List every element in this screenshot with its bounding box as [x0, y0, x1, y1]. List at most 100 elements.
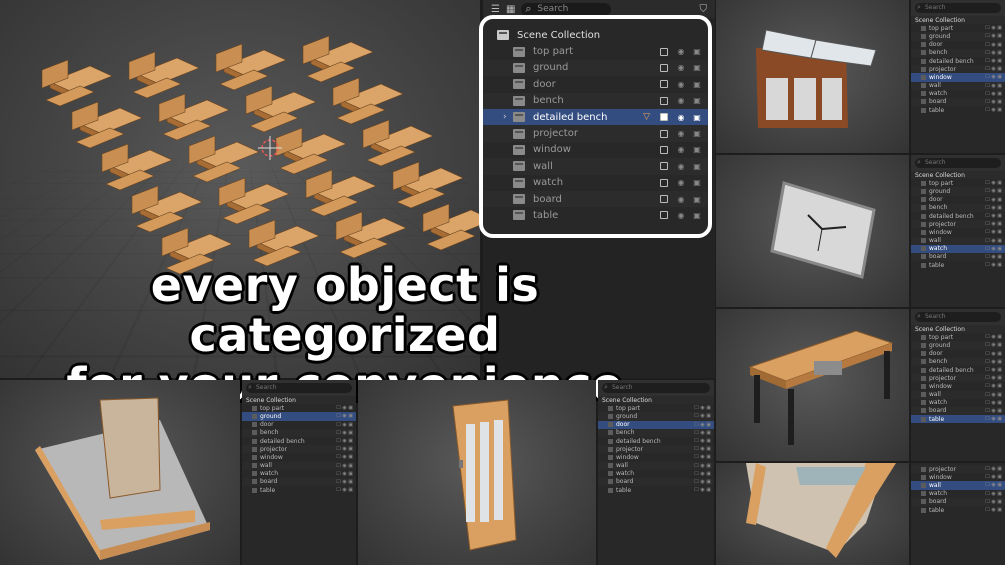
- outliner-item[interactable]: ground ☐ ◉ ▣: [911, 187, 1005, 196]
- outliner-item[interactable]: window ☐ ◉ ▣: [598, 453, 714, 461]
- visibility-toggles[interactable]: ☐ ◉ ▣: [985, 50, 1005, 56]
- camera-icon[interactable]: ▣: [692, 113, 702, 122]
- eye-icon[interactable]: ◉: [676, 113, 686, 122]
- visibility-toggles[interactable]: ☐ ◉ ▣: [985, 180, 1005, 186]
- wall-viewport[interactable]: [716, 463, 909, 565]
- eye-icon[interactable]: ◉: [676, 96, 686, 105]
- outliner-item[interactable]: projector ☐ ◉ ▣: [242, 445, 356, 454]
- exclude-checkbox[interactable]: [660, 63, 668, 72]
- exclude-checkbox[interactable]: [660, 113, 668, 122]
- outliner-item[interactable]: bench ☐ ◉ ▣: [911, 357, 1005, 366]
- visibility-toggles[interactable]: ☐ ◉ ▣: [694, 430, 714, 436]
- visibility-toggles[interactable]: ☐ ◉ ▣: [985, 58, 1005, 64]
- outliner-item[interactable]: board ☐ ◉ ▣: [911, 97, 1005, 107]
- visibility-toggles[interactable]: ☐ ◉ ▣: [694, 471, 714, 477]
- visibility-toggles[interactable]: ☐ ◉ ▣: [985, 351, 1005, 357]
- outliner-item[interactable]: ground ◉ ▣: [483, 59, 708, 77]
- visibility-toggles[interactable]: ☐ ◉ ▣: [985, 400, 1005, 406]
- outliner-item[interactable]: ground ☐ ◉ ▣: [598, 412, 714, 421]
- exclude-checkbox[interactable]: [660, 47, 668, 56]
- scene-collection-row[interactable]: Scene Collection: [911, 16, 1005, 25]
- search-input[interactable]: Search: [915, 2, 1001, 13]
- outliner-item[interactable]: board ☐ ◉ ▣: [911, 406, 1005, 416]
- visibility-toggles[interactable]: ☐ ◉ ▣: [985, 359, 1005, 365]
- outliner-item[interactable]: wall ☐ ◉ ▣: [911, 481, 1005, 490]
- visibility-toggles[interactable]: ☐ ◉ ▣: [985, 482, 1005, 488]
- exclude-checkbox[interactable]: [660, 80, 668, 89]
- outliner-item[interactable]: door ☐ ◉ ▣: [242, 421, 356, 429]
- outliner-item[interactable]: table ☐ ◉ ▣: [242, 486, 356, 494]
- funnel-icon[interactable]: ⛉: [700, 4, 708, 15]
- outliner-item[interactable]: table ☐ ◉ ▣: [911, 106, 1005, 114]
- camera-icon[interactable]: ▣: [692, 129, 702, 138]
- visibility-toggles[interactable]: ☐ ◉ ▣: [336, 405, 356, 411]
- visibility-toggles[interactable]: ☐ ◉ ▣: [336, 471, 356, 477]
- visibility-toggles[interactable]: ☐ ◉ ▣: [336, 438, 356, 444]
- visibility-toggles[interactable]: ☐ ◉ ▣: [985, 466, 1005, 472]
- eye-icon[interactable]: ◉: [676, 195, 686, 204]
- camera-icon[interactable]: ▣: [692, 145, 702, 154]
- outliner-item[interactable]: window ☐ ◉ ▣: [911, 73, 1005, 82]
- scene-collection-row[interactable]: Scene Collection: [483, 27, 708, 43]
- visibility-toggles[interactable]: ☐ ◉ ▣: [985, 83, 1005, 89]
- outliner-item[interactable]: watch ◉ ▣: [483, 175, 708, 191]
- visibility-toggles[interactable]: ☐ ◉ ▣: [985, 197, 1005, 203]
- visibility-toggles[interactable]: ☐ ◉ ▣: [985, 474, 1005, 480]
- visibility-toggles[interactable]: ☐ ◉ ▣: [985, 499, 1005, 505]
- visibility-toggles[interactable]: ☐ ◉ ▣: [985, 254, 1005, 260]
- visibility-toggles[interactable]: ☐ ◉ ▣: [985, 416, 1005, 422]
- visibility-toggles[interactable]: ☐ ◉ ▣: [694, 446, 714, 452]
- outliner-item[interactable]: watch ☐ ◉ ▣: [911, 244, 1005, 253]
- outliner-item[interactable]: door ☐ ◉ ▣: [911, 350, 1005, 358]
- camera-icon[interactable]: ▣: [692, 162, 702, 171]
- outliner-item[interactable]: bench ☐ ◉ ▣: [598, 428, 714, 437]
- outliner-item[interactable]: detailed bench ☐ ◉ ▣: [911, 212, 1005, 220]
- outliner-item[interactable]: projector ☐ ◉ ▣: [911, 65, 1005, 74]
- outliner-item[interactable]: top part ☐ ◉ ▣: [242, 404, 356, 412]
- outliner-item[interactable]: window ☐ ◉ ▣: [911, 228, 1005, 236]
- visibility-toggles[interactable]: ☐ ◉ ▣: [985, 342, 1005, 348]
- outliner-item[interactable]: window ☐ ◉ ▣: [911, 473, 1005, 481]
- visibility-toggles[interactable]: ☐ ◉ ▣: [985, 229, 1005, 235]
- outliner-item[interactable]: table ☐ ◉ ▣: [911, 261, 1005, 269]
- table-viewport[interactable]: [716, 309, 909, 461]
- visibility-toggles[interactable]: ☐ ◉ ▣: [694, 413, 714, 419]
- outliner-item[interactable]: door ☐ ◉ ▣: [598, 420, 714, 429]
- visibility-toggles[interactable]: ☐ ◉ ▣: [336, 463, 356, 469]
- outliner-item[interactable]: board ☐ ◉ ▣: [911, 497, 1005, 506]
- outliner-item[interactable]: door ☐ ◉ ▣: [911, 41, 1005, 49]
- visibility-toggles[interactable]: ☐ ◉ ▣: [985, 238, 1005, 244]
- visibility-toggles[interactable]: ☐ ◉ ▣: [336, 413, 356, 419]
- visibility-toggles[interactable]: ☐ ◉ ▣: [985, 66, 1005, 72]
- exclude-checkbox[interactable]: [660, 162, 668, 171]
- search-input[interactable]: Search: [602, 382, 710, 393]
- outliner-item[interactable]: table ◉ ▣: [483, 207, 708, 223]
- camera-icon[interactable]: ▣: [692, 211, 702, 220]
- eye-icon[interactable]: ◉: [676, 63, 686, 72]
- visibility-toggles[interactable]: ☐ ◉ ▣: [985, 246, 1005, 252]
- main-outliner-search[interactable]: Search: [521, 2, 612, 16]
- camera-icon[interactable]: ▣: [692, 47, 702, 56]
- outliner-item[interactable]: door ☐ ◉ ▣: [911, 196, 1005, 204]
- visibility-toggles[interactable]: ☐ ◉ ▣: [985, 334, 1005, 340]
- outliner-item[interactable]: detailed bench ☐ ◉ ▣: [911, 57, 1005, 65]
- outliner-item[interactable]: watch ☐ ◉ ▣: [911, 399, 1005, 407]
- visibility-toggles[interactable]: ☐ ◉ ▣: [985, 213, 1005, 219]
- camera-icon[interactable]: ▣: [692, 63, 702, 72]
- eye-icon[interactable]: ◉: [676, 145, 686, 154]
- outliner-item[interactable]: ground ☐ ◉ ▣: [911, 341, 1005, 350]
- eye-icon[interactable]: ◉: [676, 211, 686, 220]
- outliner-item[interactable]: board ☐ ◉ ▣: [242, 477, 356, 487]
- exclude-checkbox[interactable]: [660, 211, 668, 220]
- outliner-item[interactable]: projector ☐ ◉ ▣: [911, 374, 1005, 383]
- visibility-toggles[interactable]: ☐ ◉ ▣: [694, 479, 714, 485]
- eye-icon[interactable]: ◉: [676, 129, 686, 138]
- outliner-item[interactable]: bench ☐ ◉ ▣: [911, 203, 1005, 212]
- outliner-item[interactable]: wall ◉ ▣: [483, 158, 708, 175]
- camera-icon[interactable]: ▣: [692, 96, 702, 105]
- visibility-toggles[interactable]: ☐ ◉ ▣: [694, 487, 714, 493]
- exclude-checkbox[interactable]: [660, 145, 668, 154]
- outliner-item[interactable]: board ◉ ▣: [483, 190, 708, 208]
- outliner-item[interactable]: board ☐ ◉ ▣: [911, 252, 1005, 262]
- exclude-checkbox[interactable]: [660, 178, 668, 187]
